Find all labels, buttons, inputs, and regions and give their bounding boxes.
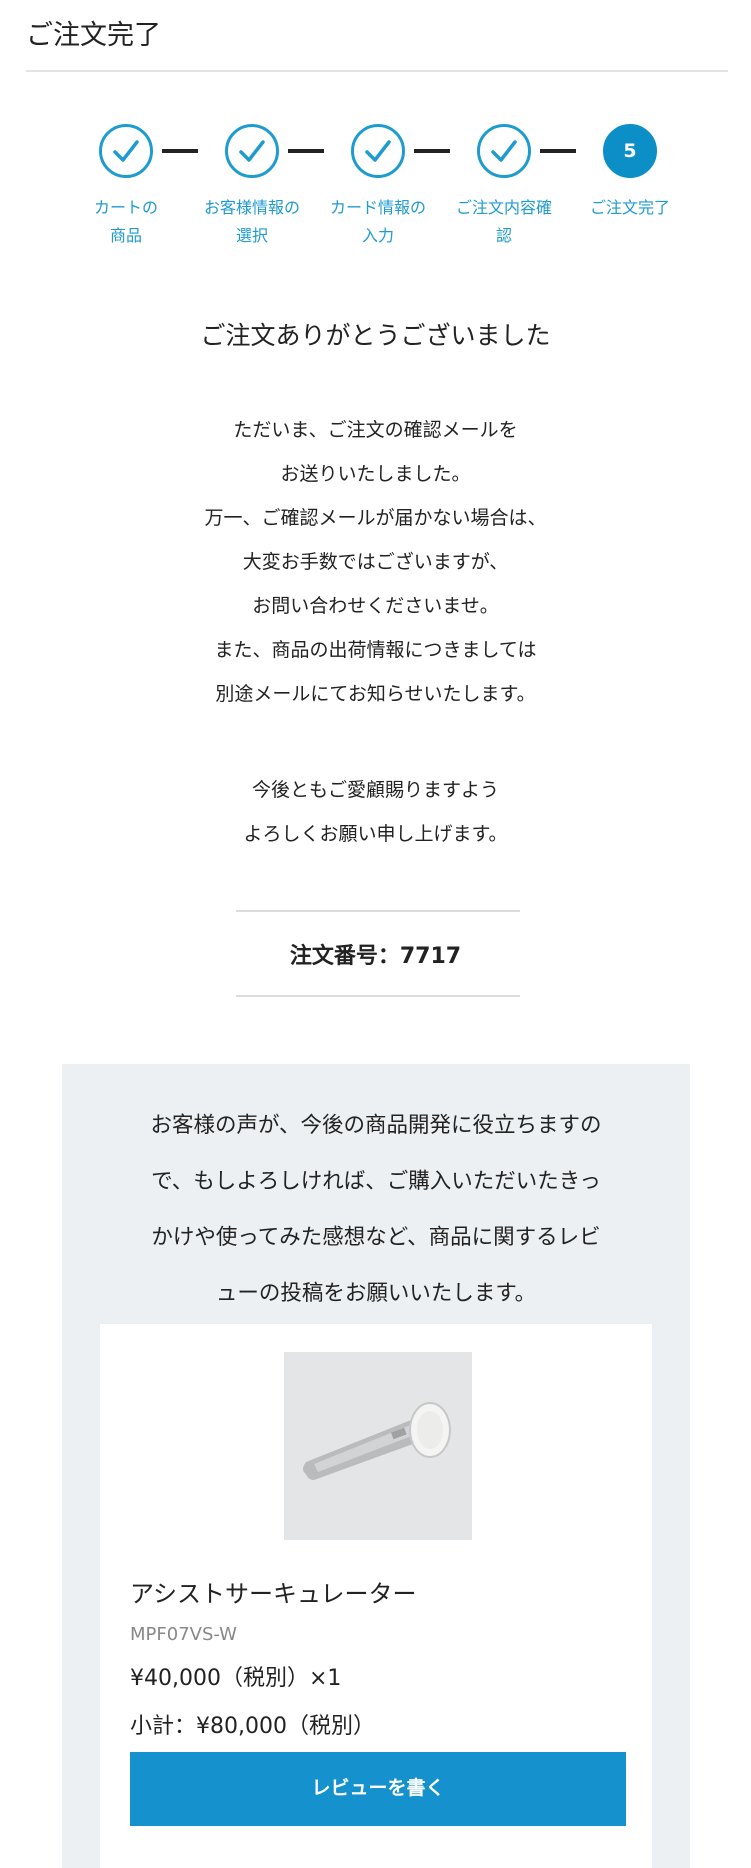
product-sku: MPF07VS-W — [130, 1624, 237, 1645]
thanks-heading: ご注文ありがとうございました — [200, 321, 551, 350]
step-label: ご注文内容確認 — [455, 198, 552, 245]
write-review-button[interactable]: レビューを書く — [130, 1752, 626, 1826]
divider — [236, 995, 520, 997]
order-progress-stepper: カートの 商品 お客様情報の 選択 カード情報の 入力 ご注文内容確認 5 ご注文完了 — [0, 124, 751, 254]
product-subtotal: 小計：¥80,000（税別） — [130, 1714, 375, 1739]
step-connector — [414, 149, 450, 153]
step-label: カートの 商品 — [93, 198, 158, 245]
divider — [236, 910, 520, 912]
order-number: 注文番号：7717 — [289, 944, 462, 969]
check-icon — [99, 124, 153, 178]
step-connector — [162, 149, 198, 153]
review-request-panel: お客様の声が、今後の商品開発に役立ちますの で、もしよろしければ、ご購入いただい… — [62, 1064, 690, 1868]
page-title: ご注文完了 — [26, 20, 161, 51]
step-connector — [540, 149, 576, 153]
check-icon — [477, 124, 531, 178]
circulator-product-image — [284, 1352, 472, 1540]
step-label: カード情報の 入力 — [329, 198, 426, 245]
confirmation-message: ただいま、ご注文の確認メールを お送りいたしました。 万一、ご確認メールが届かな… — [204, 419, 547, 705]
step-label: ご注文完了 — [589, 198, 670, 217]
closing-message: 今後ともご愛顧賜りますよう よろしくお願い申し上げます。 — [243, 779, 508, 845]
product-name: アシストサーキュレーター — [130, 1580, 417, 1608]
step-label: お客様情報の 選択 — [203, 198, 300, 245]
step-connector — [288, 149, 324, 153]
check-icon — [225, 124, 279, 178]
check-icon — [351, 124, 405, 178]
product-card: アシストサーキュレーター MPF07VS-W ¥40,000（税別）×1 小計：… — [100, 1324, 652, 1868]
page-header: ご注文完了 — [26, 0, 728, 72]
step-number-badge: 5 — [603, 124, 657, 178]
product-price: ¥40,000（税別）×1 — [130, 1666, 342, 1691]
review-request-text: お客様の声が、今後の商品開発に役立ちますの で、もしよろしければ、ご購入いただい… — [150, 1113, 602, 1306]
